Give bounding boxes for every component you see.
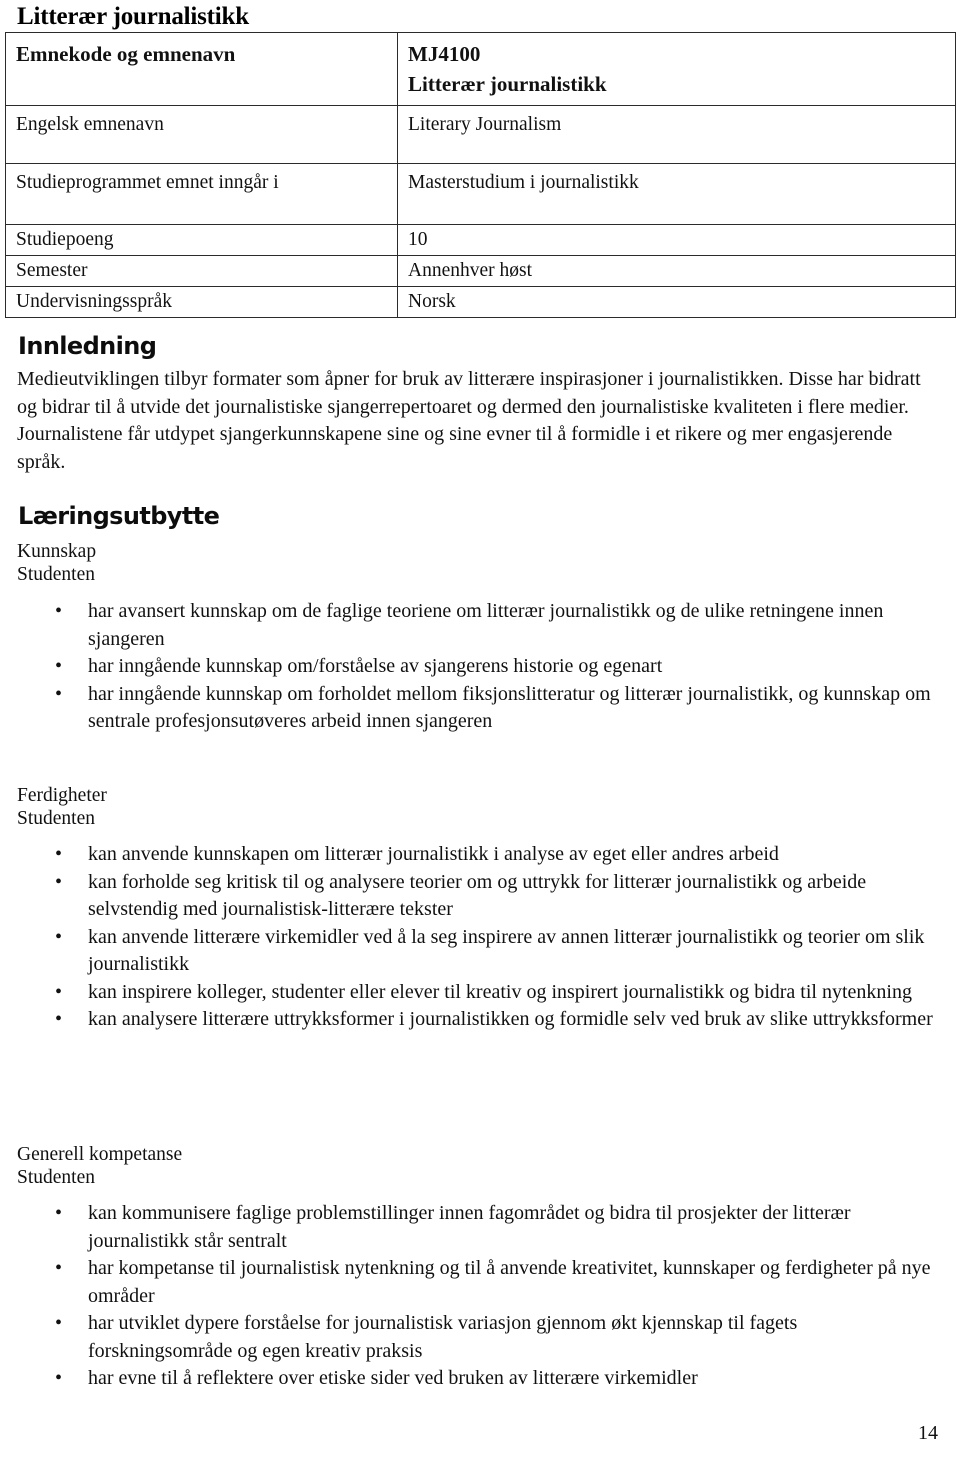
table-cell-label: Studieprogrammet emnet inngår i [5,163,398,225]
table-row: Studieprogrammet emnet inngår i Masterst… [5,163,956,225]
innledning-paragraph: Medieutviklingen tilbyr formater som åpn… [17,368,921,473]
bullet-icon: • [55,843,63,865]
bullet-icon: • [55,980,63,1003]
list-item: • kan anvende litterære virkemidler ved å… [0,924,942,979]
subgroup-label-kunnskap: Kunnskap [17,541,97,562]
list-item: • har avansert kunnskap om de faglige teo… [0,598,942,653]
list-item: • har inngående kunnskap om/forståelse av… [0,653,942,681]
section-heading-laringsutbytte: Læringsutbytte [18,502,220,530]
bullet-icon: • [55,1008,63,1030]
subgroup-label-generell-kompetanse: Generell kompetanse [17,1144,183,1165]
page-title: Litterær journalistikk [17,3,249,30]
list-item-text: har evne til å reflektere over etiske si… [88,1367,698,1389]
table-row: Semester Annenhver høst [5,255,956,287]
bullet-list-ferdigheter: • kan anvende kunnskapen om litterær jour… [0,841,960,1034]
list-item-text: har kompetanse til journalistisk nytenkn… [88,1257,931,1307]
list-item: • har evne til å reflektere over etiske s… [0,1365,942,1393]
course-info-table: Emnekode og emnenavn MJ4100 Litterær jou… [5,32,956,318]
list-item-text: kan anvende kunnskapen om litterær journ… [88,843,779,865]
table-cell-value: Annenhver høst [397,255,956,287]
course-code: MJ4100 [408,42,481,66]
bullet-icon: • [55,870,63,893]
list-item-text: har avansert kunnskap om de faglige teor… [88,600,884,650]
list-item-text: har utviklet dypere forståelse for journ… [88,1312,798,1362]
subgroup-subject-ferdigheter: Studenten [17,808,95,829]
list-item: • har inngående kunnskap om forholdet mel… [0,681,942,736]
table-row: Emnekode og emnenavn MJ4100 Litterær jou… [5,32,956,106]
list-item-text: kan kommunisere faglige problemstillinge… [88,1202,851,1252]
list-item-text: har inngående kunnskap om/forståelse av … [88,655,663,677]
list-item: • har utviklet dypere forståelse for jour… [0,1310,942,1365]
bullet-icon: • [55,682,63,705]
list-item: • kan analysere litterære uttrykksformer … [0,1006,942,1034]
list-item-text: kan inspirere kolleger, studenter eller … [88,980,912,1003]
list-item-text: kan anvende litterære virkemidler ved å … [88,925,925,976]
table-cell-label: Semester [5,255,398,287]
list-item: • kan anvende kunnskapen om litterær jour… [0,841,942,869]
bullet-icon: • [55,655,63,677]
table-cell-value: Masterstudium i journalistikk [397,163,956,225]
table-cell-label: Undervisningsspråk [5,286,398,318]
course-name: Litterær journalistikk [408,72,607,96]
table-cell-value: 10 [397,224,956,256]
list-item-text: har inngående kunnskap om forholdet mell… [88,682,931,733]
table-cell-label: Engelsk emnenavn [5,105,398,164]
table-row: Engelsk emnenavn Literary Journalism [5,105,956,164]
table-cell-value: Literary Journalism [397,105,956,164]
list-item: • kan kommunisere faglige problemstilling… [0,1200,942,1255]
list-item-text: kan forholde seg kritisk til og analyser… [88,870,867,921]
subgroup-label-ferdigheter: Ferdigheter [17,785,107,806]
table-row: Undervisningsspråk Norsk [5,286,956,318]
list-item: • kan forholde seg kritisk til og analyse… [0,869,942,924]
table-cell-label: Studiepoeng [5,224,398,256]
bullet-icon: • [55,600,63,622]
bullet-list-generell-kompetanse: • kan kommunisere faglige problemstilling… [0,1200,960,1393]
list-item: • har kompetanse til journalistisk nytenk… [0,1255,942,1310]
page-number: 14 [918,1422,938,1444]
bullet-icon: • [55,1367,63,1389]
bullet-list-kunnskap: • har avansert kunnskap om de faglige teo… [0,598,960,736]
list-item: • kan inspirere kolleger, studenter eller… [0,979,942,1007]
subgroup-subject-kunnskap: Studenten [17,564,95,585]
table-row: Studiepoeng 10 [5,224,956,256]
document-page: Litterær journalistikk Emnekode og emnen… [0,0,960,1471]
subgroup-subject-generell-kompetanse: Studenten [17,1167,95,1188]
bullet-icon: • [55,1202,63,1224]
list-item-text: kan analysere litterære uttrykksformer i… [88,1008,933,1030]
bullet-icon: • [55,1312,63,1334]
bullet-icon: • [55,1257,63,1279]
table-cell-value: Norsk [397,286,956,318]
section-heading-innledning: Innledning [18,332,157,360]
table-cell-label: Emnekode og emnenavn [5,32,398,106]
bullet-icon: • [55,925,63,948]
table-cell-value: MJ4100 Litterær journalistikk [397,32,956,106]
